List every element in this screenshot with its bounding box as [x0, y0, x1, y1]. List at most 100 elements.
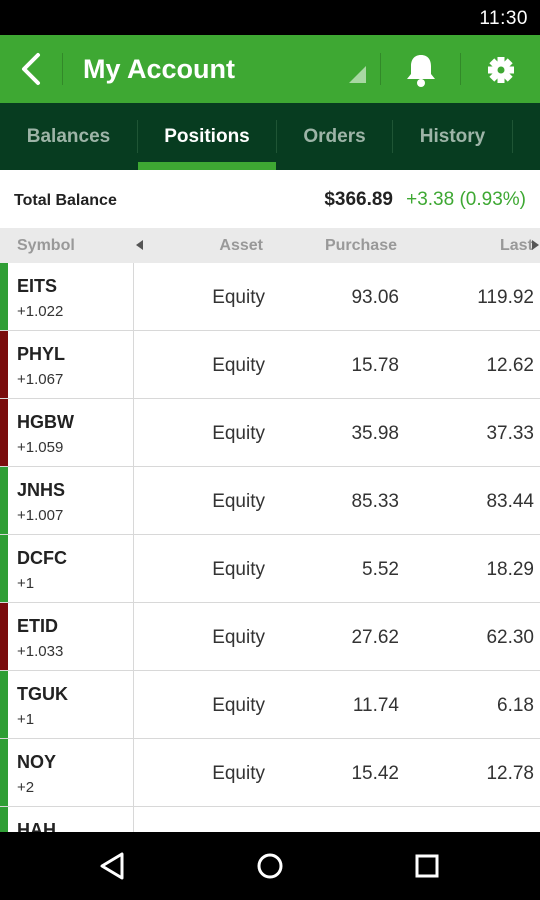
nav-home-button[interactable] — [250, 846, 290, 886]
divider — [380, 53, 381, 85]
total-balance-label: Total Balance — [14, 192, 117, 209]
table-row[interactable]: JNHS +1.007 Equity 85.33 83.44 — [0, 467, 540, 535]
position-asset: Equity — [212, 559, 265, 580]
chevron-left-icon — [22, 53, 40, 85]
position-symbol: DCFC — [17, 548, 67, 568]
symbol-cell: ETID +1.033 — [8, 603, 134, 670]
symbol-cell: NOY +2 — [8, 739, 134, 806]
direction-indicator — [0, 263, 8, 330]
nav-recents-button[interactable] — [407, 846, 447, 886]
position-quantity: +1.007 — [17, 507, 64, 524]
position-last: 12.62 — [486, 355, 534, 376]
navigation-bar — [0, 832, 540, 900]
back-triangle-icon — [100, 852, 124, 880]
position-quantity: +1.067 — [17, 371, 64, 388]
tab-history[interactable]: History — [393, 103, 512, 170]
position-symbol: JNHS — [17, 480, 66, 500]
direction-indicator — [0, 535, 8, 602]
tab-label: Orders — [303, 125, 366, 147]
position-asset: Equity — [212, 763, 265, 784]
symbol-cell: EITS +1.022 — [8, 263, 134, 330]
symbol-cell: JNHS +1.007 — [8, 467, 134, 534]
table-row[interactable]: EITS +1.022 Equity 93.06 119.92 — [0, 263, 540, 331]
settings-button[interactable] — [480, 49, 522, 91]
position-purchase: 11.74 — [352, 695, 399, 716]
position-last: 83.44 — [486, 491, 534, 512]
bell-icon — [407, 55, 435, 87]
total-balance-row: Total Balance $366.89 +3.38 (0.93%) — [0, 170, 540, 228]
back-button[interactable] — [10, 49, 54, 89]
column-header-asset[interactable]: Asset — [219, 237, 263, 255]
direction-indicator — [0, 807, 8, 832]
gear-icon — [488, 57, 514, 83]
tab-label: Positions — [164, 125, 250, 147]
notifications-button[interactable] — [400, 49, 442, 91]
tab-orders[interactable]: Orders — [277, 103, 392, 170]
app-bar: My Account — [0, 35, 540, 103]
position-purchase: 27.62 — [351, 627, 399, 648]
direction-indicator — [0, 671, 8, 738]
position-asset: Equity — [212, 423, 265, 444]
direction-indicator — [0, 399, 8, 466]
table-row[interactable]: ETID +1.033 Equity 27.62 62.30 — [0, 603, 540, 671]
total-balance-amount: $366.89 — [324, 189, 393, 210]
status-time: 11:30 — [479, 8, 528, 29]
position-last: 6.18 — [497, 695, 534, 716]
position-last: 18.29 — [486, 559, 534, 580]
tab-label: Balances — [26, 125, 111, 147]
position-symbol: TGUK — [17, 684, 68, 704]
position-asset: Equity — [212, 287, 265, 308]
position-quantity: +1.059 — [17, 439, 64, 456]
tab-separator — [512, 120, 513, 153]
tab-balances[interactable]: Balances — [0, 103, 137, 170]
position-purchase: 93.06 — [351, 287, 399, 308]
scroll-left-arrow-icon[interactable] — [136, 240, 143, 250]
position-symbol: PHYL — [17, 344, 66, 364]
status-bar: 11:30 — [0, 0, 540, 35]
table-header: Symbol Asset Purchase Last — [0, 228, 540, 263]
table-row[interactable]: PHYL +1.067 Equity 15.78 12.62 — [0, 331, 540, 399]
position-asset: Equity — [212, 355, 265, 376]
positions-list: EITS +1.022 Equity 93.06 119.92 PHYL +1.067 Equ… — [0, 263, 540, 832]
symbol-cell: DCFC +1 — [8, 535, 134, 602]
position-purchase: 5.52 — [362, 559, 399, 580]
nav-back-button[interactable] — [93, 846, 133, 886]
page-title[interactable]: My Account — [83, 54, 235, 85]
column-header-purchase[interactable]: Purchase — [325, 237, 397, 255]
column-header-symbol[interactable]: Symbol — [17, 237, 75, 255]
symbol-cell: TGUK +1 — [8, 671, 134, 738]
tab-bar: Balances Positions Orders History — [0, 103, 540, 170]
position-purchase: 15.42 — [351, 763, 399, 784]
column-header-last[interactable]: Last — [500, 237, 533, 255]
position-asset: Equity — [212, 491, 265, 512]
position-purchase: 85.33 — [351, 491, 399, 512]
position-purchase: 15.78 — [351, 355, 399, 376]
position-asset: Equity — [212, 695, 265, 716]
direction-indicator — [0, 739, 8, 806]
position-symbol: HGBW — [17, 412, 74, 432]
position-last: 12.78 — [486, 763, 534, 784]
table-row[interactable]: HAH — [0, 807, 540, 832]
account-dropdown-indicator[interactable] — [349, 66, 366, 83]
symbol-cell: PHYL +1.067 — [8, 331, 134, 398]
tab-positions[interactable]: Positions — [138, 103, 276, 170]
position-symbol: ETID — [17, 616, 59, 636]
position-quantity: +2 — [17, 779, 35, 796]
position-symbol: EITS — [17, 276, 58, 296]
table-row[interactable]: HGBW +1.059 Equity 35.98 37.33 — [0, 399, 540, 467]
divider — [460, 53, 461, 85]
position-symbol: HAH — [17, 820, 56, 832]
scroll-right-arrow-icon[interactable] — [532, 240, 539, 250]
tab-label: History — [419, 125, 486, 147]
direction-indicator — [0, 467, 8, 534]
position-quantity: +1.033 — [17, 643, 64, 660]
position-symbol: NOY — [17, 752, 57, 772]
total-balance-change: +3.38 (0.93%) — [406, 189, 526, 210]
table-row[interactable]: NOY +2 Equity 15.42 12.78 — [0, 739, 540, 807]
position-asset: Equity — [212, 627, 265, 648]
position-last: 119.92 — [477, 287, 534, 308]
table-row[interactable]: DCFC +1 Equity 5.52 18.29 — [0, 535, 540, 603]
position-last: 62.30 — [486, 627, 534, 648]
position-quantity: +1 — [17, 711, 35, 728]
table-row[interactable]: TGUK +1 Equity 11.74 6.18 — [0, 671, 540, 739]
